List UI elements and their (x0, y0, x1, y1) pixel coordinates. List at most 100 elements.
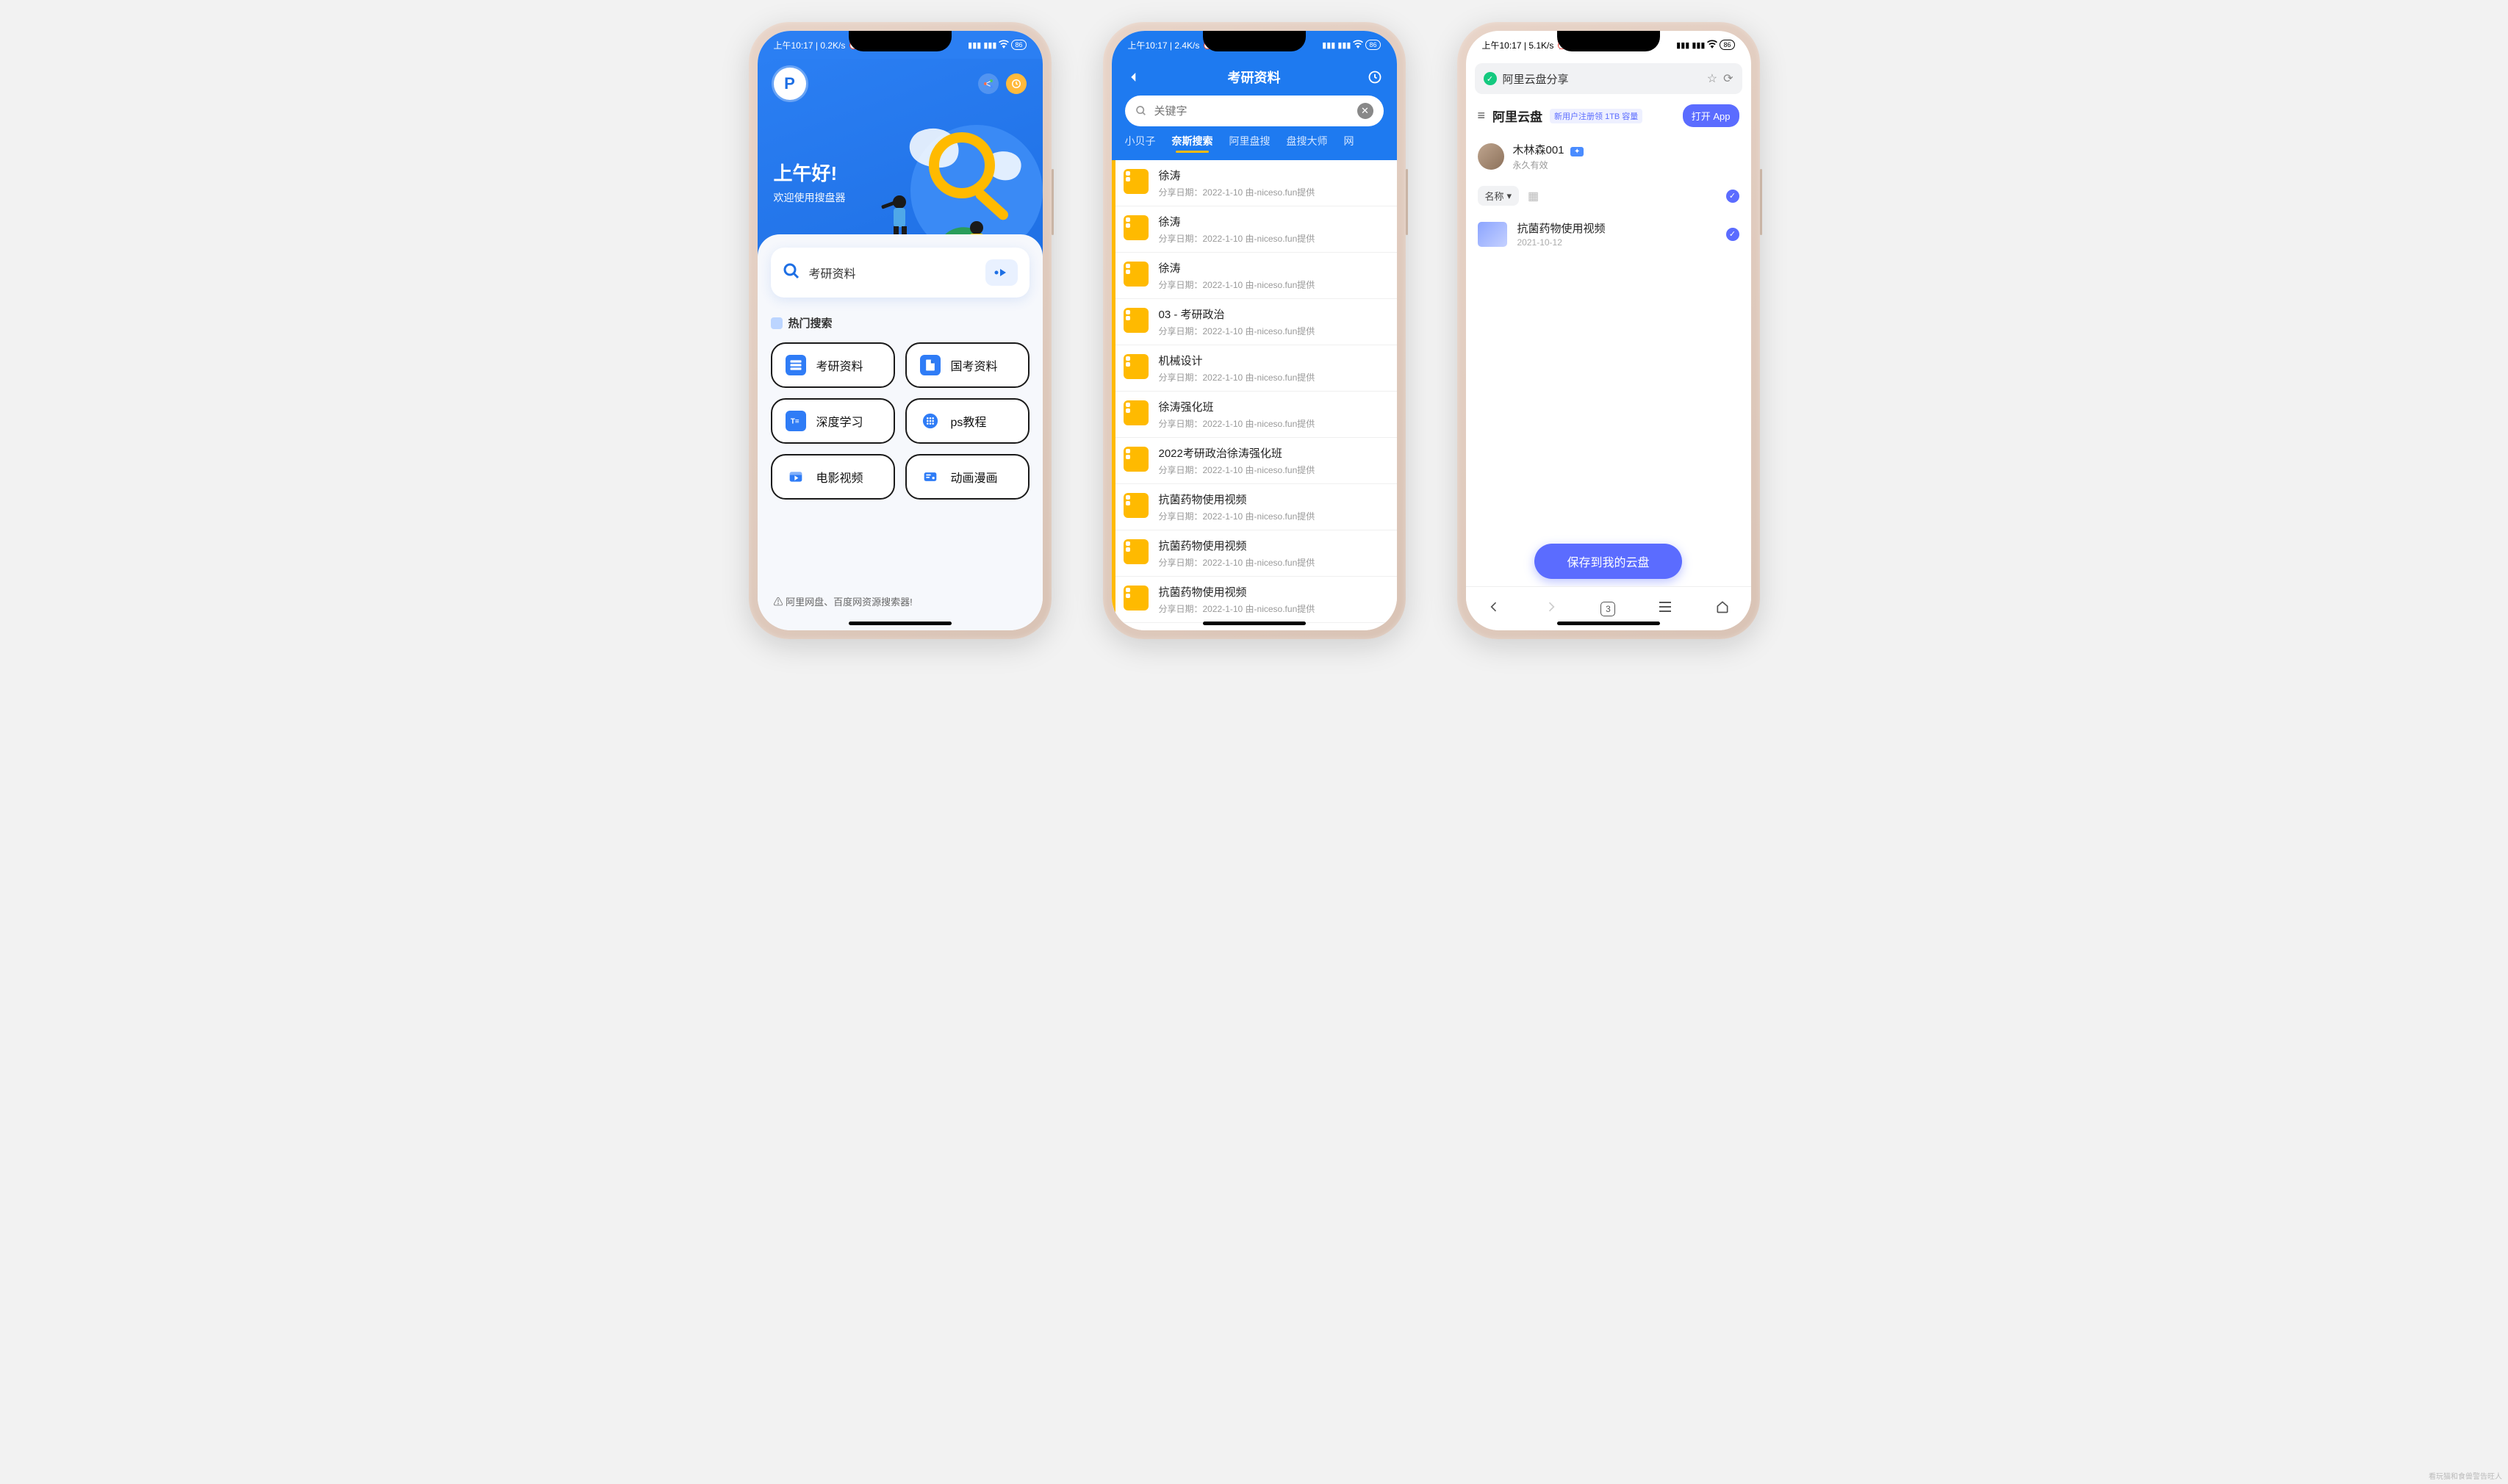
result-item[interactable]: 抗菌药物使用视频分享日期：2022-1-10 由-niceso.fun提供 (1112, 530, 1397, 577)
select-all-check[interactable]: ✓ (1726, 190, 1739, 203)
result-item[interactable]: 2022考研政治徐涛强化班分享日期：2022-1-10 由-niceso.fun… (1112, 438, 1397, 484)
result-item[interactable]: 徐涛分享日期：2022-1-10 由-niceso.fun提供 (1112, 253, 1397, 299)
hot-chip-4[interactable]: 电影视频 (771, 454, 895, 500)
chip-label: 考研资料 (816, 356, 863, 374)
search-input[interactable] (809, 266, 977, 279)
source-tab[interactable]: 小贝子 (1125, 134, 1156, 153)
results-list[interactable]: 徐涛分享日期：2022-1-10 由-niceso.fun提供徐涛分享日期：20… (1112, 160, 1397, 630)
nav-back-icon[interactable] (1487, 599, 1501, 618)
archive-icon (1124, 169, 1149, 194)
result-item[interactable]: 徐涛分享日期：2022-1-10 由-niceso.fun提供 (1112, 206, 1397, 253)
result-item[interactable]: 徐涛分享日期：2022-1-10 由-niceso.fun提供 (1112, 160, 1397, 206)
hot-chip-5[interactable]: 动画漫画 (905, 454, 1030, 500)
wifi-icon (1707, 40, 1717, 51)
file-row[interactable]: 抗菌药物使用视频 2021-10-12 ✓ (1466, 212, 1751, 256)
wifi-icon (1353, 40, 1363, 51)
save-to-drive-button[interactable]: 保存到我的云盘 (1534, 544, 1681, 579)
home-indicator[interactable] (849, 622, 952, 625)
section-badge-icon (771, 317, 783, 329)
result-name: 徐涛 (1159, 260, 1315, 275)
result-meta: 分享日期：2022-1-10 由-niceso.fun提供 (1159, 602, 1315, 615)
promo-badge[interactable]: 新用户注册领 1TB 容量 (1550, 109, 1642, 123)
battery-icon: 86 (1365, 40, 1380, 50)
hot-chip-1[interactable]: 国考资料 (905, 342, 1030, 388)
archive-icon (1124, 447, 1149, 472)
uploader-row: 木林森001 ✦ 永久有效 (1466, 137, 1751, 180)
result-item[interactable]: 抗菌药物使用视频分享日期：2022-1-10 由-niceso.fun提供 (1112, 577, 1397, 623)
source-tab[interactable]: 盘搜大师 (1287, 134, 1328, 153)
history-icon[interactable] (1006, 73, 1027, 94)
sort-label: 名称 (1485, 189, 1504, 203)
result-name: 徐涛 (1159, 168, 1315, 183)
search-input[interactable] (1154, 105, 1350, 118)
archive-icon (1124, 308, 1149, 333)
home-indicator[interactable] (1557, 622, 1660, 625)
source-tab[interactable]: 网 (1344, 134, 1354, 153)
hot-chip-2[interactable]: T≡ 深度学习 (771, 398, 895, 444)
file-check[interactable]: ✓ (1726, 228, 1739, 241)
app-logo[interactable]: P (774, 68, 806, 100)
secure-icon: ✓ (1484, 72, 1497, 85)
result-meta: 分享日期：2022-1-10 由-niceso.fun提供 (1159, 464, 1315, 476)
bookmark-icon[interactable]: ☆ (1707, 71, 1717, 86)
signal-icon: ▮▮▮ (968, 40, 981, 50)
file-name: 抗菌药物使用视频 (1517, 220, 1716, 236)
chip-label: 电影视频 (816, 468, 863, 486)
avatar[interactable] (1478, 143, 1504, 170)
result-meta: 分享日期：2022-1-10 由-niceso.fun提供 (1159, 417, 1315, 430)
source-tabs: 小贝子奈斯搜索阿里盘搜盘搜大师网 (1112, 134, 1397, 160)
chip-icon (920, 355, 941, 375)
source-tab[interactable]: 阿里盘搜 (1229, 134, 1271, 153)
hot-chip-0[interactable]: 考研资料 (771, 342, 895, 388)
watermark: 看玩猫和食兽警告旺人 (2429, 1470, 2502, 1481)
result-meta: 分享日期：2022-1-10 由-niceso.fun提供 (1159, 232, 1315, 245)
search-icon (1135, 105, 1147, 117)
source-tab[interactable]: 奈斯搜索 (1172, 134, 1213, 153)
address-bar[interactable]: ✓ 阿里云盘分享 ☆ ⟳ (1475, 63, 1742, 94)
view-toggle-icon[interactable]: ▦ (1528, 189, 1539, 203)
status-time: 上午10:17 | 0.2K/s (774, 39, 846, 51)
archive-icon (1124, 539, 1149, 564)
chip-icon (786, 467, 806, 487)
result-item[interactable]: 03 - 考研政治分享日期：2022-1-10 由-niceso.fun提供 (1112, 299, 1397, 345)
result-name: 2022考研政治徐涛强化班 (1159, 445, 1315, 461)
result-name: 03 - 考研政治 (1159, 306, 1315, 322)
nav-home-icon[interactable] (1715, 599, 1730, 618)
menu-icon[interactable]: ≡ (1478, 108, 1486, 123)
nav-forward-icon[interactable] (1544, 599, 1559, 618)
clear-button[interactable]: ✕ (1357, 103, 1373, 119)
brand-row: ≡ 阿里云盘 新用户注册领 1TB 容量 打开 App (1466, 94, 1751, 137)
history-button[interactable] (1366, 68, 1384, 86)
nav-menu-icon[interactable] (1658, 601, 1672, 616)
search-bar[interactable] (771, 248, 1030, 298)
tabs-button[interactable]: 3 (1600, 602, 1615, 616)
brand-name: 阿里云盘 (1492, 107, 1542, 125)
search-bar[interactable]: ✕ (1125, 96, 1384, 126)
sort-button[interactable]: 名称 ▾ (1478, 186, 1520, 206)
share-icon[interactable] (978, 73, 999, 94)
chip-icon: T≡ (786, 411, 806, 431)
result-name: 徐涛强化班 (1159, 399, 1315, 414)
chip-icon (786, 355, 806, 375)
chip-icon (920, 411, 941, 431)
chip-icon (920, 467, 941, 487)
username: 木林森001 (1513, 144, 1564, 156)
signal-icon: ▮▮▮ (1692, 40, 1705, 50)
refresh-icon[interactable]: ⟳ (1723, 71, 1733, 86)
signal-icon: ▮▮▮ (1337, 40, 1351, 50)
search-go-button[interactable] (985, 259, 1018, 286)
open-app-button[interactable]: 打开 App (1683, 104, 1739, 127)
notch (1557, 31, 1660, 51)
battery-icon: 86 (1011, 40, 1026, 50)
hot-chip-3[interactable]: ps教程 (905, 398, 1030, 444)
home-indicator[interactable] (1203, 622, 1306, 625)
result-meta: 分享日期：2022-1-10 由-niceso.fun提供 (1159, 278, 1315, 291)
back-button[interactable] (1125, 68, 1143, 86)
result-meta: 分享日期：2022-1-10 由-niceso.fun提供 (1159, 556, 1315, 569)
chip-label: 深度学习 (816, 412, 863, 430)
result-item[interactable]: 机械设计分享日期：2022-1-10 由-niceso.fun提供 (1112, 345, 1397, 392)
footer-note: ⚠ 阿里网盘、百度网资源搜索器! (774, 594, 913, 608)
archive-icon (1124, 354, 1149, 379)
result-item[interactable]: 抗菌药物使用视频分享日期：2022-1-10 由-niceso.fun提供 (1112, 484, 1397, 530)
result-item[interactable]: 徐涛强化班分享日期：2022-1-10 由-niceso.fun提供 (1112, 392, 1397, 438)
